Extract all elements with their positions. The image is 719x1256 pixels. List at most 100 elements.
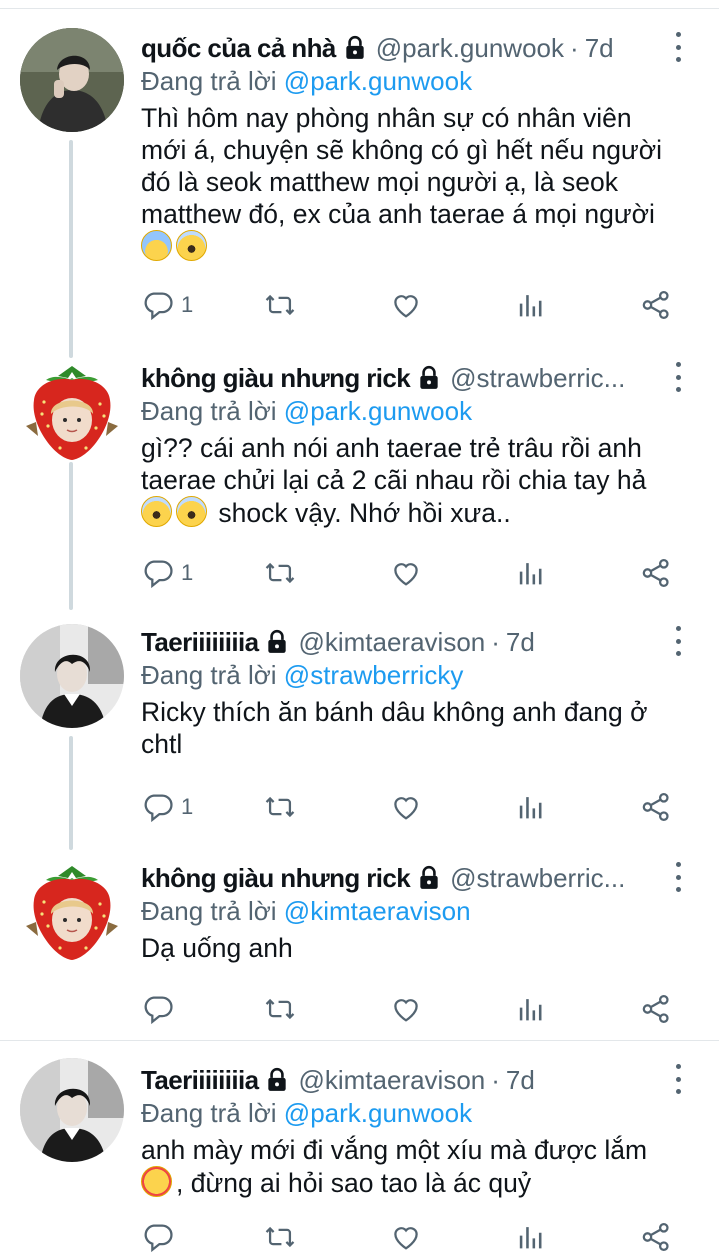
timestamp[interactable]: 7d	[585, 33, 614, 64]
reply-mention[interactable]: @park.gunwook	[284, 1098, 472, 1128]
thread-line	[69, 736, 73, 850]
action-bar: 1	[141, 556, 681, 590]
text-line: đó là seok matthew mọi người ạ, là seok	[141, 167, 619, 197]
retweet-icon	[265, 1226, 295, 1248]
share-icon	[642, 792, 669, 822]
reply-prefix: Đang trả lời	[141, 66, 277, 96]
separator-dot: ·	[491, 626, 500, 657]
like-button[interactable]	[389, 556, 423, 590]
views-icon	[519, 1227, 542, 1249]
text-line: taerae chửi lại cả 2 cãi nhau rồi chia t…	[141, 465, 647, 495]
retweet-icon	[265, 562, 295, 584]
display-name[interactable]: Taeriiiiiiiia	[141, 1065, 259, 1096]
reply-mention[interactable]: @park.gunwook	[284, 396, 472, 426]
display-name[interactable]: quốc của cả nhà	[141, 33, 336, 64]
tweet-header: không giàu nhưng rick @strawberric...	[141, 860, 649, 896]
display-name[interactable]: Taeriiiiiiiia	[141, 627, 259, 658]
reply-context: Đang trả lời @park.gunwook	[141, 1098, 472, 1129]
reply-button[interactable]	[141, 992, 175, 1026]
tweet-header: quốc của cả nhà @park.gunwook · 7d	[141, 30, 649, 66]
reply-button[interactable]: 1	[141, 556, 193, 590]
reply-icon	[144, 1224, 173, 1253]
reply-context: Đang trả lời @strawberricky	[141, 660, 463, 691]
views-icon	[519, 295, 542, 317]
reply-prefix: Đang trả lời	[141, 660, 277, 690]
reply-context: Đang trả lời @park.gunwook	[141, 66, 472, 97]
lock-icon	[264, 1067, 290, 1093]
handle[interactable]: @strawberric...	[450, 863, 625, 894]
retweet-button[interactable]	[263, 790, 297, 824]
handle[interactable]: @kimtaeravison	[298, 1065, 485, 1096]
views-button[interactable]	[514, 992, 548, 1026]
retweet-button[interactable]	[263, 556, 297, 590]
share-button[interactable]	[639, 992, 673, 1026]
share-button[interactable]	[639, 288, 673, 322]
like-button[interactable]	[389, 992, 423, 1026]
reply-button[interactable]: 1	[141, 790, 193, 824]
handle[interactable]: @park.gunwook	[376, 33, 564, 64]
reply-mention[interactable]: @kimtaeravison	[284, 896, 471, 926]
avatar[interactable]	[20, 1058, 124, 1162]
like-icon	[394, 295, 418, 318]
text-line: matthew đó, ex của anh taerae á mọi ngườ…	[141, 199, 655, 229]
views-button[interactable]	[514, 790, 548, 824]
retweet-button[interactable]	[263, 288, 297, 322]
more-icon[interactable]	[667, 1064, 689, 1094]
avatar[interactable]	[20, 28, 124, 132]
reply-context: Đang trả lời @park.gunwook	[141, 396, 472, 427]
like-button[interactable]	[389, 288, 423, 322]
screaming-face-emoji	[141, 496, 172, 527]
views-icon	[519, 563, 542, 585]
handle[interactable]: @strawberric...	[450, 363, 625, 394]
display-name[interactable]: không giàu nhưng rick	[141, 863, 411, 894]
views-icon	[519, 797, 542, 819]
reply-button[interactable]: 1	[141, 288, 193, 322]
thread-line	[69, 462, 73, 610]
more-icon[interactable]	[667, 626, 689, 656]
reply-prefix: Đang trả lời	[141, 1098, 277, 1128]
retweet-button[interactable]	[263, 1220, 297, 1254]
share-button[interactable]	[639, 1220, 673, 1254]
tweet-text: Dạ uống anh	[141, 932, 686, 964]
action-bar: 1	[141, 288, 681, 322]
tweet-text: Thì hôm nay phòng nhân sự có nhân viên m…	[141, 102, 686, 263]
share-icon	[642, 994, 669, 1024]
views-icon	[519, 999, 542, 1021]
divider	[0, 1040, 719, 1041]
views-button[interactable]	[514, 556, 548, 590]
tweet-text: gì?? cái anh nói anh taerae trẻ trâu rồi…	[141, 432, 686, 529]
share-icon	[642, 558, 669, 588]
text-line: , đừng ai hỏi sao tao là ác quỷ	[176, 1168, 532, 1198]
more-icon[interactable]	[667, 362, 689, 392]
handle[interactable]: @kimtaeravison	[298, 627, 485, 658]
timestamp[interactable]: 7d	[506, 627, 535, 658]
share-button[interactable]	[639, 790, 673, 824]
like-icon	[394, 797, 418, 820]
text-line: shock vậy. Nhớ hồi xưa..	[218, 498, 511, 528]
screaming-face-emoji	[176, 230, 207, 261]
like-button[interactable]	[389, 790, 423, 824]
reply-button[interactable]	[141, 1220, 175, 1254]
fearful-face-emoji	[141, 230, 172, 261]
share-button[interactable]	[639, 556, 673, 590]
avatar[interactable]	[20, 862, 124, 966]
display-name[interactable]: không giàu nhưng rick	[141, 363, 411, 394]
reply-mention[interactable]: @park.gunwook	[284, 66, 472, 96]
views-button[interactable]	[514, 288, 548, 322]
tweet-header: Taeriiiiiiiia @kimtaeravison · 7d	[141, 624, 649, 660]
avatar[interactable]	[20, 362, 124, 466]
retweet-button[interactable]	[263, 992, 297, 1026]
views-button[interactable]	[514, 1220, 548, 1254]
timestamp[interactable]: 7d	[506, 1065, 535, 1096]
lock-icon	[416, 865, 442, 891]
screaming-face-emoji	[176, 496, 207, 527]
reply-mention[interactable]: @strawberricky	[284, 660, 464, 690]
like-button[interactable]	[389, 1220, 423, 1254]
like-icon	[394, 1227, 418, 1250]
more-icon[interactable]	[667, 862, 689, 892]
avatar[interactable]	[20, 624, 124, 728]
more-icon[interactable]	[667, 32, 689, 62]
separator-dot: ·	[491, 1064, 500, 1095]
action-bar	[141, 992, 681, 1026]
text-line: mới á, chuyện sẽ không có gì hết nếu ngư…	[141, 135, 662, 165]
